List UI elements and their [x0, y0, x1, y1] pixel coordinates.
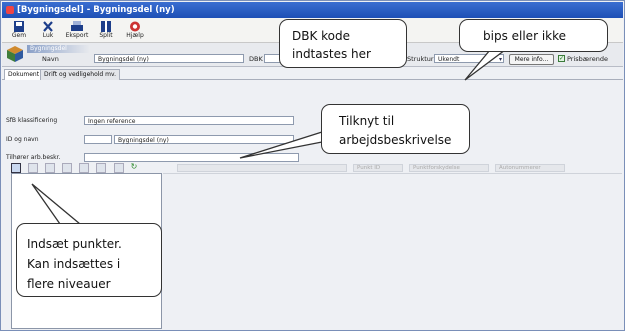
punkt-id-field[interactable] — [177, 164, 347, 172]
help-icon — [130, 21, 140, 32]
callout-bips-line1: bips eller ikke — [483, 29, 567, 43]
refresh-icon[interactable]: ↻ — [131, 163, 139, 171]
tilhorer-label: Tilhører arb.beskr. — [6, 154, 61, 161]
chevron-down-icon: ▾ — [498, 56, 502, 63]
struktur-select[interactable]: Ukendt ▾ — [434, 54, 504, 63]
callout-tilknyt: Tilknyt til arbejdsbeskrivelse — [321, 104, 470, 154]
app-icon — [6, 6, 14, 14]
export-button[interactable]: Eksport — [63, 19, 91, 41]
callout-indsaet-line1: Indsæt punkter. — [27, 237, 122, 251]
list-toolbar: ↻ — [11, 163, 161, 173]
prisbaerende-label: Prisbærende — [567, 55, 608, 63]
help-button[interactable]: Hjælp — [121, 19, 149, 41]
close-button[interactable]: Luk — [34, 19, 62, 41]
indent-icon[interactable] — [62, 163, 73, 173]
insert-point-icon[interactable] — [11, 163, 21, 173]
name-input[interactable]: Bygningsdel (ny) — [94, 54, 244, 63]
id-name-input[interactable]: Bygningsdel (ny) — [114, 135, 294, 144]
sfb-label: SfB klassificering — [6, 117, 58, 124]
outdent-icon[interactable] — [79, 163, 90, 173]
split-icon — [101, 21, 111, 32]
dbk-label: DBK — [249, 55, 263, 63]
callout-bips: bips eller ikke — [459, 19, 608, 52]
cube-icon — [7, 46, 23, 62]
delete-icon[interactable] — [96, 163, 107, 173]
struktur-label: Struktur — [407, 55, 434, 63]
point-detail-area — [163, 173, 622, 330]
split-label: Split — [99, 32, 113, 39]
callout-tilknyt-line2: arbejdsbeskrivelse — [339, 133, 452, 147]
print-icon — [71, 21, 83, 31]
tilhorer-input[interactable] — [84, 153, 299, 162]
punktforskydelse-label: Punktforskydelse — [409, 164, 489, 172]
export-label: Eksport — [65, 32, 89, 39]
tab-strip: Dokument Drift og vedligehold mv. — [2, 68, 623, 81]
callout-dbk-line2: indtastes her — [292, 47, 371, 61]
id-label: ID og navn — [6, 136, 39, 143]
sfb-field[interactable]: Ingen reference — [84, 116, 294, 125]
save-icon — [14, 21, 24, 32]
move-down-icon[interactable] — [45, 163, 56, 173]
more-info-button[interactable]: Mere info... — [509, 54, 554, 65]
prisbaerende-checkbox[interactable]: ✓ — [558, 55, 565, 62]
save-button[interactable]: Gem — [5, 19, 33, 41]
save-label: Gem — [11, 32, 27, 39]
callout-indsaet-line2: Kan indsættes i — [27, 257, 121, 271]
name-label: Navn — [42, 55, 59, 63]
autonummerer-label: Autonummerer — [495, 164, 565, 172]
move-up-icon[interactable] — [28, 163, 39, 173]
title-bar: [Bygningsdel] - Bygningsdel (ny) — [2, 2, 623, 18]
tab-drift[interactable]: Drift og vedligehold mv. — [40, 69, 120, 80]
callout-dbk: DBK kode indtastes her — [279, 19, 407, 68]
split-button[interactable]: Split — [92, 19, 120, 41]
callout-indsaet-line3: flere niveauer — [27, 277, 111, 291]
struktur-value: Ukendt — [438, 56, 460, 63]
close-label: Luk — [42, 32, 54, 39]
callout-dbk-line1: DBK kode — [292, 29, 351, 43]
help-label: Hjælp — [126, 32, 144, 39]
id-input[interactable] — [84, 135, 112, 144]
callout-indsaet: Indsæt punkter. Kan indsættes i flere ni… — [16, 223, 162, 297]
window-title: [Bygningsdel] - Bygningsdel (ny) — [17, 5, 175, 15]
callout-tilknyt-line1: Tilknyt til — [339, 114, 395, 128]
close-icon — [43, 21, 53, 32]
copy-icon[interactable] — [113, 163, 124, 173]
punkt-id-label: Punkt ID — [353, 164, 403, 172]
section-label: Bygningsdel — [27, 45, 90, 53]
